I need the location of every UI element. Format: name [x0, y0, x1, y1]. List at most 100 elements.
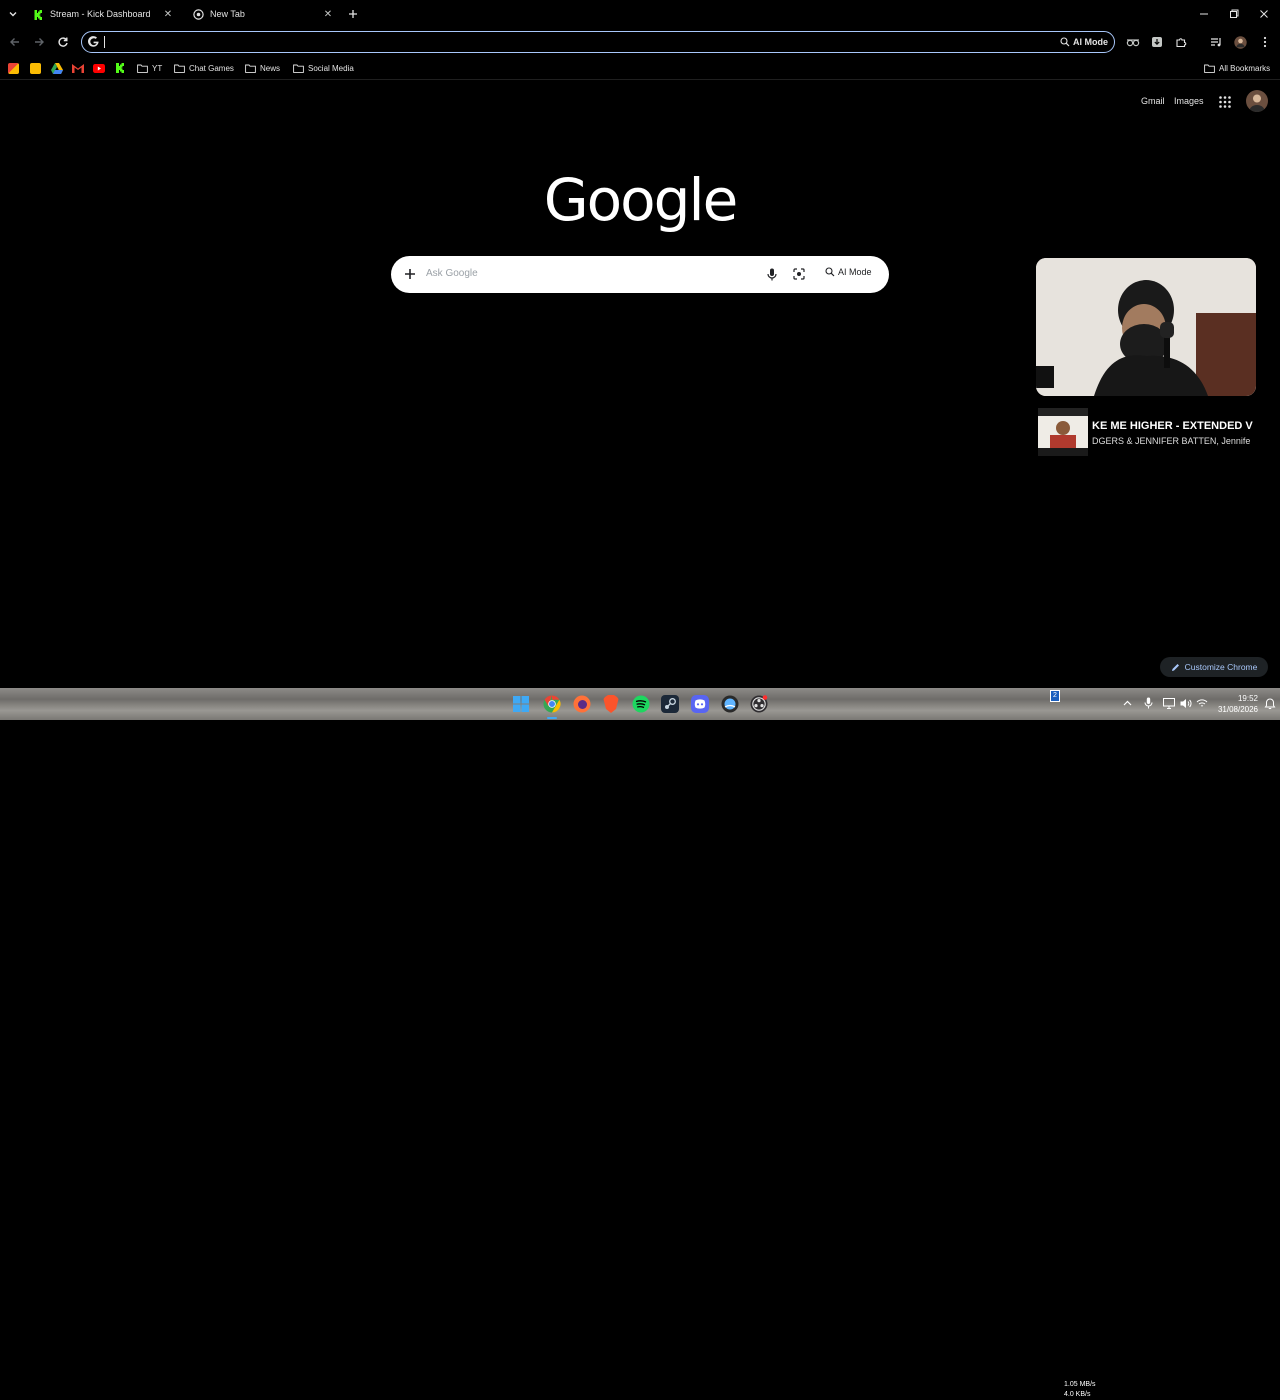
bookmark-photos[interactable]: [8, 61, 19, 75]
bookmark-folder-label: Chat Games: [189, 63, 234, 73]
all-bookmarks-label: All Bookmarks: [1219, 63, 1271, 73]
bookmark-folder-label: News: [260, 63, 281, 73]
show-hidden-icons-button[interactable]: [1120, 696, 1134, 710]
chevron-up-icon: [1123, 700, 1131, 706]
new-tab-button[interactable]: [342, 3, 364, 25]
bookmark-folder-social-media[interactable]: Social Media: [293, 61, 354, 75]
extensions-menu-button[interactable]: [1170, 31, 1192, 53]
chrome-icon: [543, 695, 561, 713]
account-avatar[interactable]: [1246, 90, 1268, 112]
ai-mode-button[interactable]: AI Mode: [1060, 34, 1108, 50]
bookmark-keep[interactable]: [30, 61, 41, 75]
address-bar[interactable]: AI Mode: [81, 31, 1115, 53]
chrome-menu-button[interactable]: [1254, 31, 1276, 53]
minimize-button[interactable]: [1188, 0, 1220, 28]
extension-button[interactable]: [1146, 31, 1168, 53]
spotify-icon: [632, 695, 650, 713]
media-controls-button[interactable]: [1205, 31, 1227, 53]
microphone-tray-button[interactable]: [1141, 696, 1155, 710]
avatar-icon: [1233, 35, 1247, 49]
bookmark-drive[interactable]: [51, 61, 63, 75]
taskbar-brave[interactable]: [601, 694, 621, 714]
download-extension-icon: [1152, 37, 1162, 47]
microphone-icon[interactable]: [767, 268, 777, 281]
arrow-left-icon: [10, 38, 19, 46]
plus-icon: [349, 10, 357, 18]
tab-close-icon[interactable]: ✕: [322, 8, 334, 20]
system-clock[interactable]: 19:52 31/08/2026: [1218, 693, 1258, 715]
chrome-newtab-icon: [192, 8, 204, 20]
reload-icon: [58, 37, 68, 47]
customize-chrome-button[interactable]: Customize Chrome: [1160, 657, 1268, 677]
bookmark-folder-label: YT: [152, 63, 163, 73]
ai-mode-label: AI Mode: [838, 267, 872, 277]
bookmark-folder-label: Social Media: [308, 63, 354, 73]
restore-button[interactable]: [1218, 0, 1250, 28]
google-logo: Google: [543, 166, 739, 234]
network-speed-text: 1.05 MB/s 4.0 KB/s: [1064, 1380, 1096, 1400]
taskbar-spotify[interactable]: [631, 694, 651, 714]
speaker-icon: [1180, 698, 1192, 708]
reload-button[interactable]: [52, 31, 74, 53]
google-apps-button[interactable]: [1218, 95, 1232, 109]
lens-icon[interactable]: [793, 268, 805, 280]
ai-mode-label: AI Mode: [1073, 37, 1108, 47]
restore-icon: [1230, 9, 1239, 18]
taskbar-obs[interactable]: [749, 694, 769, 714]
youtube-icon: [93, 63, 105, 73]
kick-icon: [116, 63, 124, 73]
display-tray-button[interactable]: [1162, 696, 1176, 710]
webcam-overlay: [1036, 258, 1256, 396]
bookmark-gmail[interactable]: [72, 61, 84, 75]
bookmark-folder-chat-games[interactable]: Chat Games: [174, 61, 234, 75]
forward-button[interactable]: [28, 31, 50, 53]
taskbar-app-globe[interactable]: [720, 694, 740, 714]
battery-tray-button[interactable]: [1195, 696, 1209, 710]
bookmark-kick[interactable]: [115, 61, 125, 75]
taskbar-discord[interactable]: [690, 694, 710, 714]
folder-icon: [1204, 64, 1215, 73]
firefox-icon: [573, 695, 591, 713]
kebab-menu-icon: [1263, 36, 1267, 48]
windows-taskbar: 2 1.05 MB/s 4.0 KB/s: [0, 688, 1280, 1398]
bookmark-folder-yt[interactable]: YT: [137, 61, 162, 75]
tab-close-icon[interactable]: ✕: [162, 8, 174, 20]
streamer-webcam-image: [1036, 258, 1256, 396]
ai-mode-search-button[interactable]: AI Mode: [825, 267, 872, 277]
profile-button[interactable]: [1229, 31, 1251, 53]
gmail-link[interactable]: Gmail: [1141, 96, 1165, 106]
chrome-labs-button[interactable]: [1122, 31, 1144, 53]
tab-search-button[interactable]: [2, 3, 24, 25]
back-button[interactable]: [4, 31, 26, 53]
search-box[interactable]: Ask Google AI Mode: [391, 256, 889, 293]
add-attachment-icon[interactable]: [404, 268, 416, 280]
sparkle-search-icon: [825, 267, 835, 277]
drive-icon: [51, 62, 63, 74]
album-art: [1038, 408, 1088, 456]
taskbar-steam[interactable]: [660, 694, 680, 714]
volume-tray-button[interactable]: [1179, 696, 1193, 710]
taskbar-firefox[interactable]: [572, 694, 592, 714]
start-button[interactable]: [511, 694, 531, 714]
bookmark-folder-news[interactable]: News: [245, 61, 280, 75]
incognito-glasses-icon: [1126, 39, 1140, 47]
tab-new-tab[interactable]: New Tab ✕: [188, 0, 340, 28]
puzzle-icon: [1176, 38, 1187, 48]
bookmarks-bar: YT Chat Games News Social Media All Book…: [0, 56, 1280, 80]
now-playing-title: KE ME HIGHER - EXTENDED V: [1092, 420, 1253, 432]
folder-icon: [174, 64, 185, 73]
text-cursor: [104, 36, 105, 48]
images-link[interactable]: Images: [1174, 96, 1204, 106]
taskbar-chrome[interactable]: [542, 694, 562, 714]
bookmark-youtube[interactable]: [93, 61, 105, 75]
now-playing-overlay: KE ME HIGHER - EXTENDED V DGERS & JENNIF…: [1038, 406, 1256, 458]
tab-kick-dashboard[interactable]: Stream - Kick Dashboard ✕: [28, 0, 180, 28]
obs-icon: [750, 695, 768, 713]
notification-button[interactable]: [1264, 698, 1276, 710]
avatar-icon: [1249, 94, 1265, 112]
microphone-icon: [1144, 697, 1152, 709]
close-window-button[interactable]: [1248, 0, 1280, 28]
photos-icon: [8, 62, 19, 74]
network-speed-widget: 2: [1050, 690, 1106, 716]
all-bookmarks-button[interactable]: All Bookmarks: [1204, 61, 1270, 75]
